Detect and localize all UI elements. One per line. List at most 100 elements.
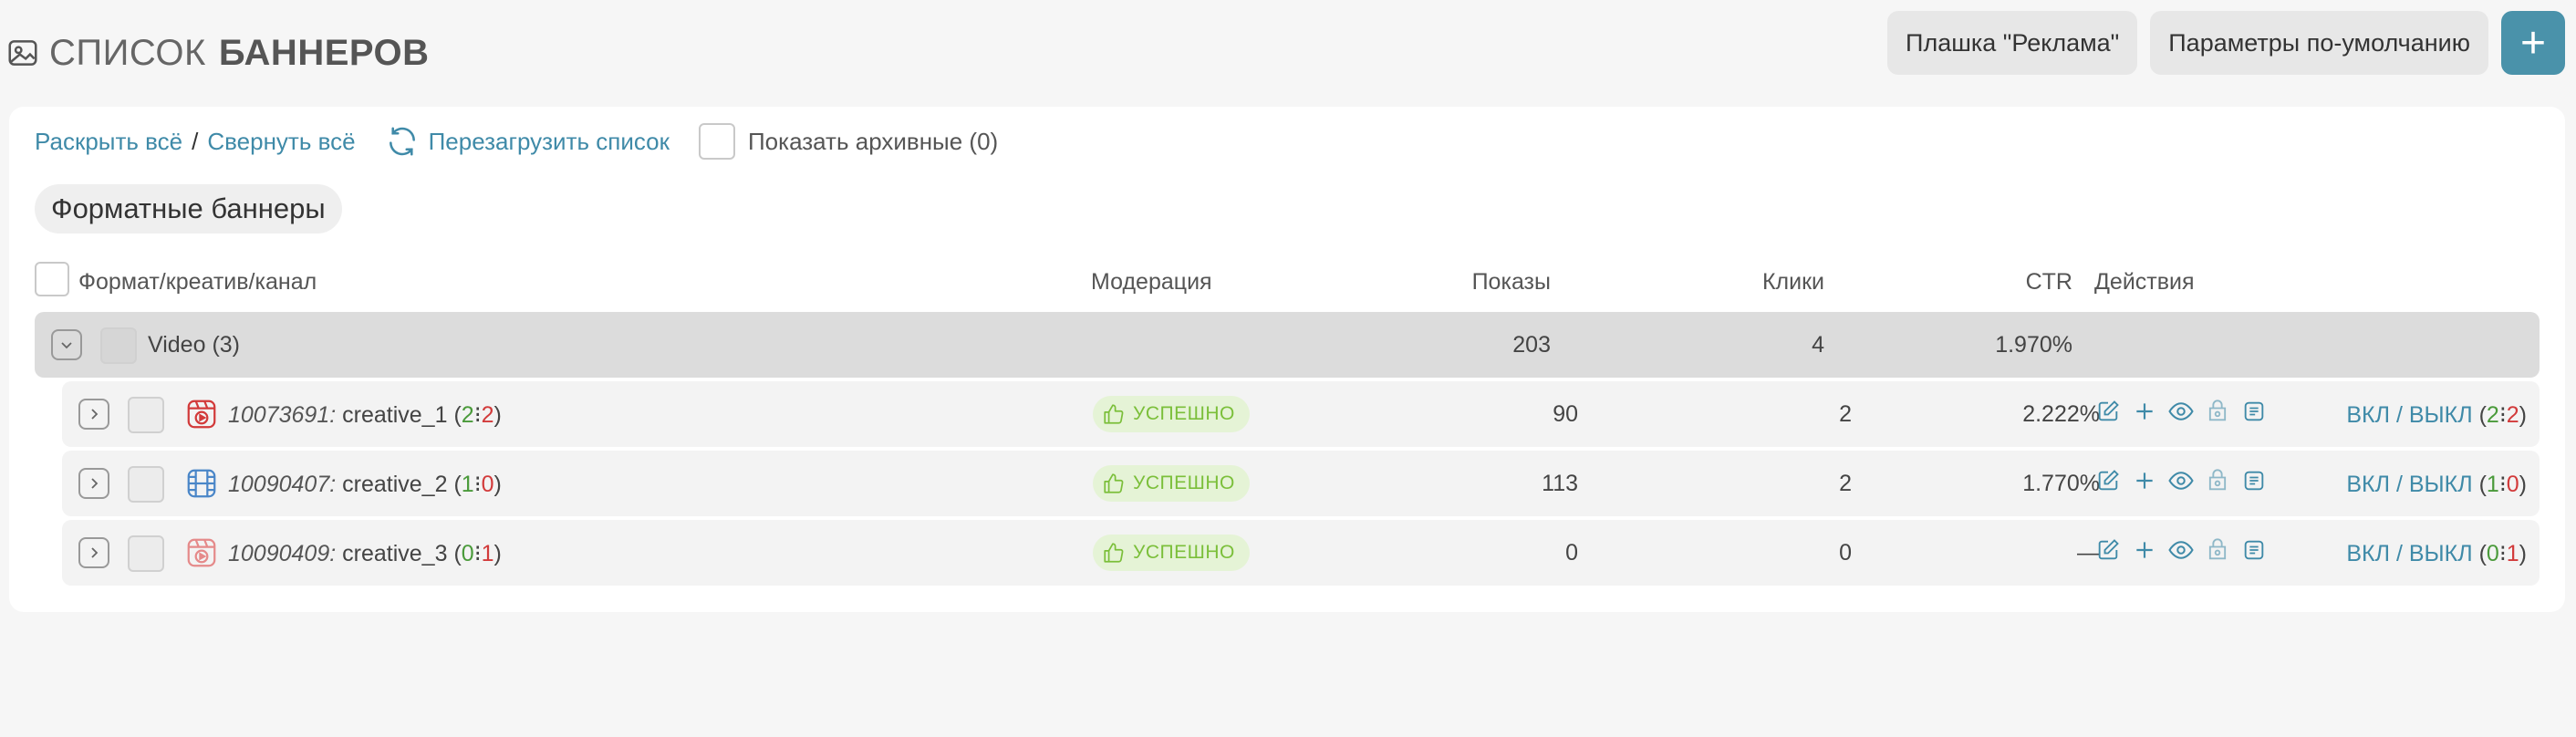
row-expand-button[interactable]: [78, 399, 109, 430]
banner-title: creative_1: [342, 402, 448, 428]
row-checkbox[interactable]: [128, 466, 164, 503]
table-header: Формат/креатив/канал Модерация Показы Кл…: [35, 262, 2540, 307]
table-row[interactable]: 10090409: creative_3 (0⁝1) УСПЕШНО 0 0 —…: [62, 520, 2540, 586]
chevron-down-icon: [61, 342, 72, 349]
add-icon[interactable]: [2131, 467, 2158, 494]
eye-icon[interactable]: [2167, 467, 2195, 494]
banner-title: creative_2: [342, 472, 448, 497]
reload-list-button[interactable]: Перезагрузить список: [385, 124, 670, 159]
off-count: 2: [2506, 402, 2519, 428]
off-count: 0: [2506, 472, 2519, 497]
on-count: 1: [2486, 472, 2499, 497]
banner-title: creative_3: [342, 541, 448, 566]
on-count: 2: [2486, 402, 2499, 428]
archive-box-icon[interactable]: [2204, 467, 2231, 494]
row-actions: [2094, 467, 2268, 494]
banner-stat-open: (: [453, 541, 462, 566]
group-name: Video (3): [148, 332, 240, 358]
col-clicks: Клики: [1761, 269, 1824, 295]
banner-name[interactable]: 10090409: creative_3 (0⁝1): [228, 540, 502, 567]
thumbs-up-icon: [1104, 404, 1124, 424]
banner-stat-sep: ⁝: [473, 402, 482, 428]
banner-stat-off: 1: [481, 541, 494, 566]
banner-stat-close: ): [493, 541, 502, 566]
off-count: 1: [2506, 541, 2519, 566]
row-actions: [2094, 536, 2268, 564]
page-title: СПИСОК БАННЕРОВ: [5, 26, 430, 80]
video-creative-icon: [187, 400, 216, 429]
moderation-status-badge: УСПЕШНО: [1093, 396, 1250, 432]
on-off-link[interactable]: ВКЛ / ВЫКЛ: [2346, 472, 2472, 497]
row-expand-button[interactable]: [78, 537, 109, 568]
add-banner-button[interactable]: +: [2501, 11, 2565, 75]
image-icon: [8, 40, 37, 66]
notes-icon[interactable]: [2240, 398, 2268, 425]
banner-name[interactable]: 10090407: creative_2 (1⁝0): [228, 471, 502, 498]
show-archived-checkbox[interactable]: [698, 123, 735, 160]
select-all-checkbox[interactable]: [35, 262, 69, 296]
row-impressions: 0: [1565, 540, 1578, 566]
banner-stat-on: 0: [461, 541, 474, 566]
on-off-toggle[interactable]: ВКЛ / ВЫКЛ (1⁝0): [2346, 471, 2527, 498]
group-clicks: 4: [1812, 332, 1824, 358]
group-count: (3): [212, 332, 241, 358]
film-icon: [187, 469, 216, 498]
section-title: Форматные баннеры: [35, 184, 342, 234]
banner-stat-sep: ⁝: [473, 472, 482, 497]
expand-all-link[interactable]: Раскрыть всё: [35, 128, 182, 156]
row-actions: [2094, 398, 2268, 425]
edit-icon[interactable]: [2094, 398, 2122, 425]
row-impressions: 90: [1553, 401, 1578, 427]
group-row-video[interactable]: Video (3) 203 4 1.970%: [35, 312, 2540, 378]
row-checkbox[interactable]: [128, 397, 164, 433]
banner-stat-sep: ⁝: [473, 541, 482, 566]
add-icon[interactable]: [2131, 536, 2158, 564]
eye-icon[interactable]: [2167, 536, 2195, 564]
add-icon[interactable]: [2131, 398, 2158, 425]
refresh-icon: [389, 127, 415, 156]
on-off-toggle[interactable]: ВКЛ / ВЫКЛ (2⁝2): [2346, 401, 2527, 429]
on-off-link[interactable]: ВКЛ / ВЫКЛ: [2346, 541, 2472, 566]
table-row[interactable]: 10090407: creative_2 (1⁝0) УСПЕШНО 113 2…: [62, 451, 2540, 516]
collapse-all-link[interactable]: Свернуть всё: [207, 128, 355, 156]
row-ctr: 2.222%: [2022, 401, 2100, 427]
row-checkbox[interactable]: [128, 535, 164, 572]
notes-icon[interactable]: [2240, 467, 2268, 494]
on-off-toggle[interactable]: ВКЛ / ВЫКЛ (0⁝1): [2346, 540, 2527, 567]
on-off-link[interactable]: ВКЛ / ВЫКЛ: [2346, 402, 2472, 428]
edit-icon[interactable]: [2094, 467, 2122, 494]
table-row[interactable]: 10073691: creative_1 (2⁝2) УСПЕШНО 90 2 …: [62, 381, 2540, 447]
banner-stat-close: ): [493, 402, 502, 428]
group-collapse-button[interactable]: [51, 329, 82, 360]
on-off-sep: ⁝: [2498, 472, 2507, 497]
show-archived-label: Показать архивные (0): [747, 127, 999, 155]
group-impressions: 203: [1512, 332, 1551, 358]
page-title-light: СПИСОК: [49, 32, 206, 73]
archive-box-icon[interactable]: [2204, 536, 2231, 564]
banner-stat-on: 1: [461, 472, 474, 497]
banner-stat-off: 2: [481, 402, 494, 428]
eye-icon[interactable]: [2167, 398, 2195, 425]
moderation-status-text: УСПЕШНО: [1133, 542, 1235, 563]
moderation-status-badge: УСПЕШНО: [1093, 535, 1250, 571]
toolbar-separator: /: [192, 127, 199, 155]
thumbs-up-icon: [1104, 543, 1124, 563]
reload-list-label: Перезагрузить список: [428, 127, 670, 155]
moderation-status-text: УСПЕШНО: [1133, 403, 1235, 424]
list-toolbar: Раскрыть всё / Свернуть всё Перезагрузит…: [35, 116, 998, 167]
edit-icon[interactable]: [2094, 536, 2122, 564]
archive-box-icon[interactable]: [2204, 398, 2231, 425]
banner-stat-close: ): [493, 472, 502, 497]
ad-label-button[interactable]: Плашка "Реклама": [1887, 11, 2138, 75]
banner-id: 10090409:: [228, 541, 337, 566]
col-format: Формат/креатив/канал: [78, 269, 317, 295]
notes-icon[interactable]: [2240, 536, 2268, 564]
page-title-bold: БАННЕРОВ: [218, 32, 430, 73]
default-params-button[interactable]: Параметры по-умолчанию: [2150, 11, 2488, 75]
row-clicks: 0: [1839, 540, 1852, 566]
group-checkbox[interactable]: [100, 327, 137, 364]
row-expand-button[interactable]: [78, 468, 109, 499]
banner-stat-on: 2: [461, 402, 474, 428]
banner-name[interactable]: 10073691: creative_1 (2⁝2): [228, 401, 502, 429]
col-impressions: Показы: [1471, 269, 1551, 295]
